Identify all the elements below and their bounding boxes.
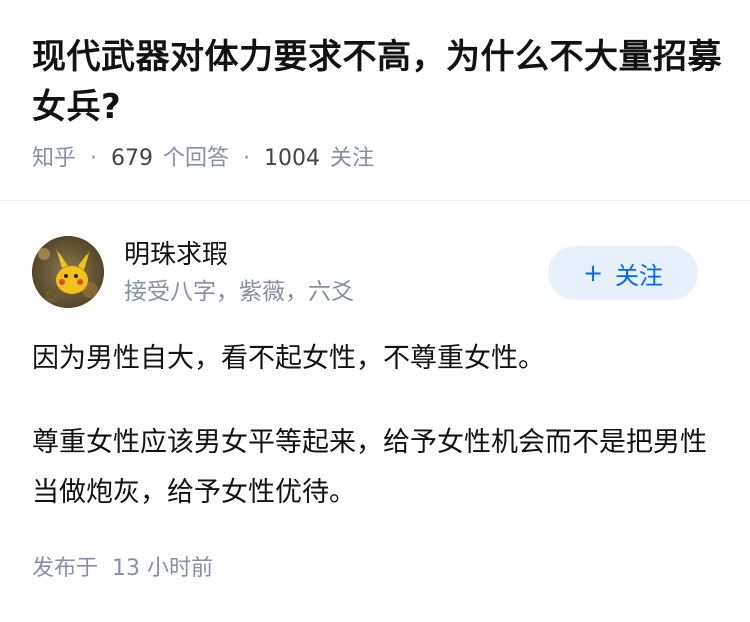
- published-label: 发布于: [32, 556, 99, 581]
- question-meta: 知乎 · 679 个回答 · 1004 关注: [32, 144, 722, 174]
- follow-button-label: 关注: [615, 261, 664, 290]
- follow-count: 1004: [264, 146, 321, 171]
- question-title[interactable]: 现代武器对体力要求不高，为什么不大量招募女兵?: [32, 32, 722, 132]
- follow-button[interactable]: + 关注: [548, 246, 698, 300]
- answer-paragraph: 因为男性自大，看不起女性，不尊重女性。: [32, 343, 545, 374]
- plus-icon: +: [582, 259, 604, 287]
- published-time: 13 小时前: [112, 556, 214, 581]
- separator-dot: ·: [243, 146, 251, 171]
- author-row: 明珠求瑕 接受八字，紫薇，六爻 + 关注: [32, 236, 718, 312]
- author-name[interactable]: 明珠求瑕: [124, 238, 228, 272]
- question-header: 现代武器对体力要求不高，为什么不大量招募女兵? 知乎 · 679 个回答 · 1…: [32, 32, 722, 174]
- avatar-image: [32, 236, 104, 308]
- author-bio: 接受八字，紫薇，六爻: [124, 279, 354, 305]
- avatar[interactable]: [32, 236, 104, 308]
- source-label[interactable]: 知乎: [32, 144, 76, 174]
- answer-count: 679: [111, 146, 154, 171]
- divider: [0, 200, 750, 201]
- follow-count-label: 关注: [330, 146, 375, 171]
- publish-info: 发布于 13 小时前: [32, 552, 213, 586]
- separator-dot: ·: [90, 146, 98, 171]
- answer-paragraph: 尊重女性应该男女平等起来，给予女性机会而不是把男性当做炮灰，给予女性优待。: [32, 427, 707, 508]
- answer-count-label: 个回答: [163, 146, 230, 171]
- answer-content: 因为男性自大，看不起女性，不尊重女性。 尊重女性应该男女平等起来，给予女性机会而…: [32, 334, 722, 518]
